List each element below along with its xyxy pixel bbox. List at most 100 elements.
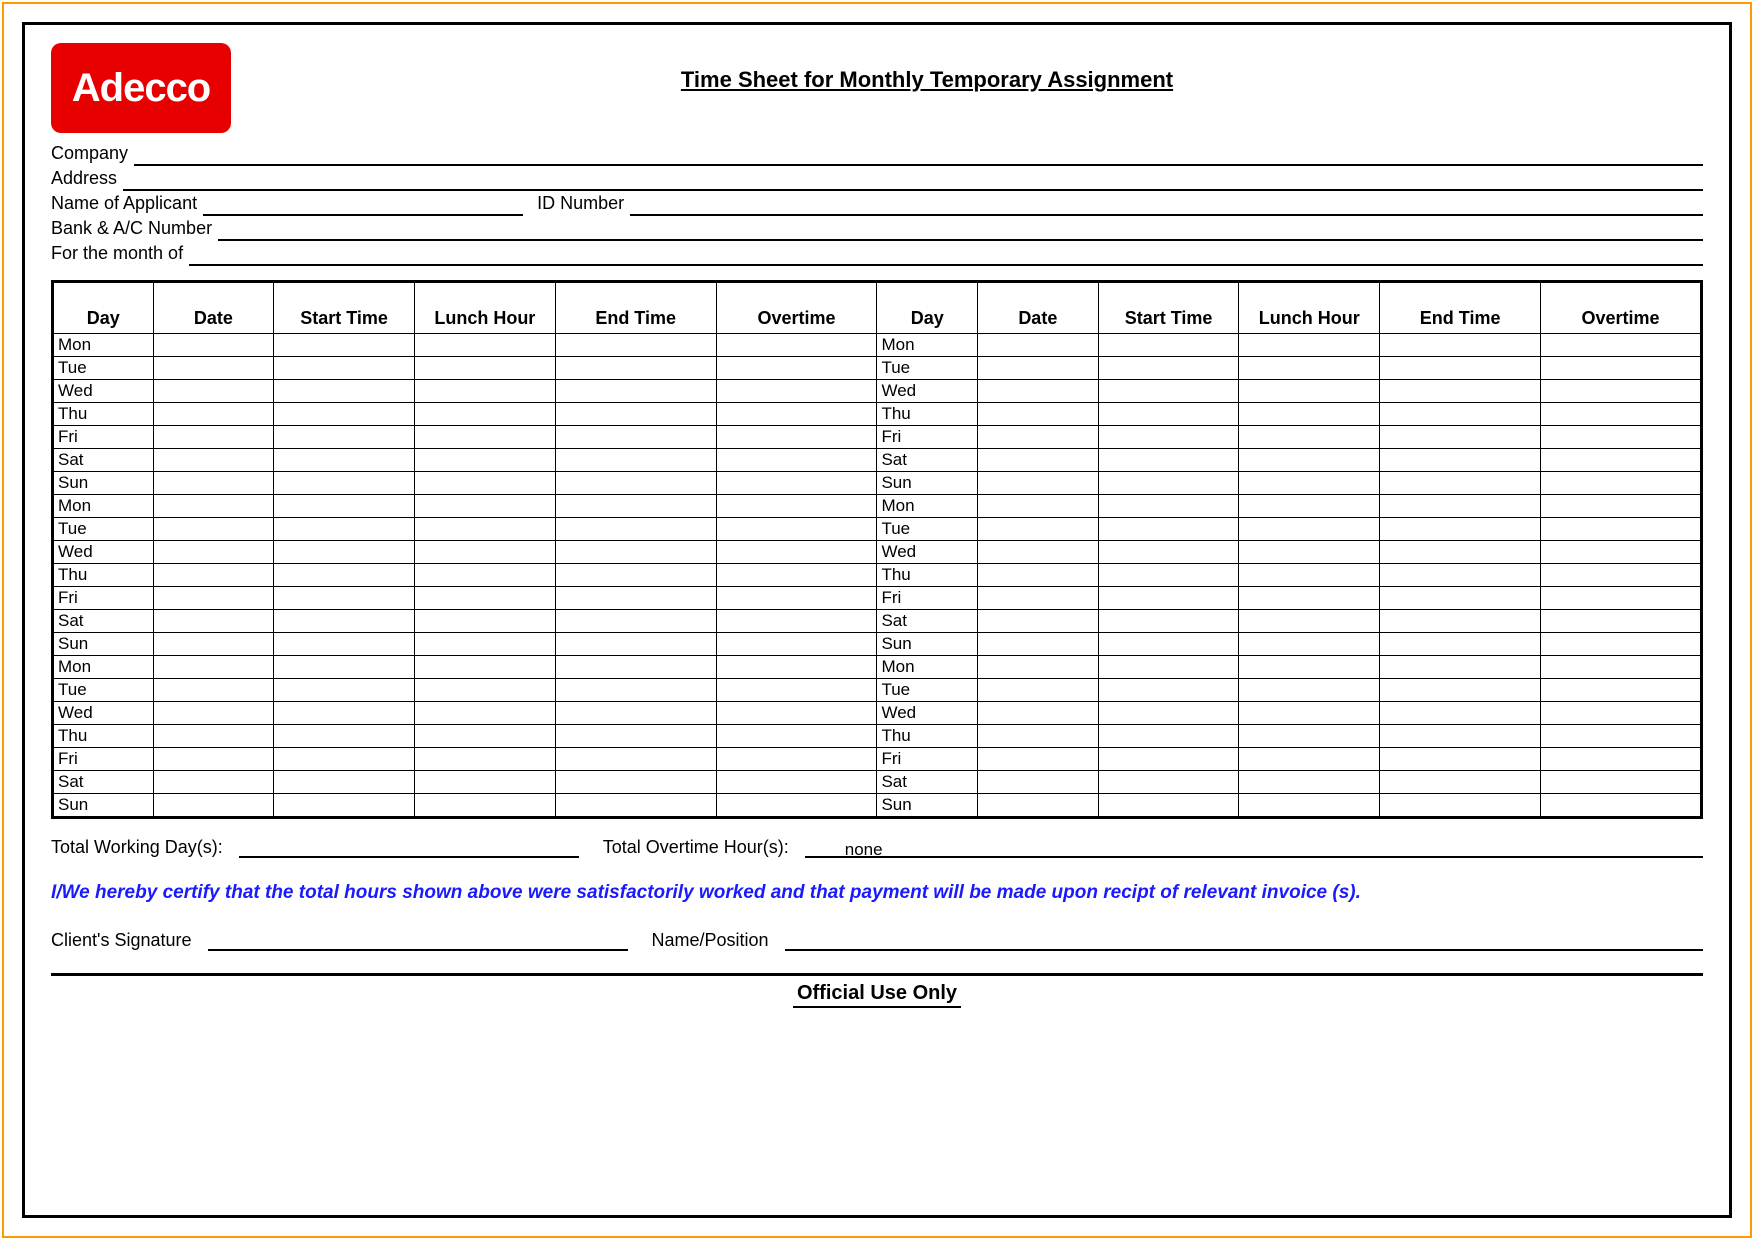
cell-date-left[interactable] — [153, 656, 274, 679]
id-number-field[interactable] — [630, 198, 1703, 216]
cell-lunch-right[interactable] — [1239, 564, 1380, 587]
cell-lunch-right[interactable] — [1239, 748, 1380, 771]
cell-ot-right[interactable] — [1541, 518, 1702, 541]
cell-end-left[interactable] — [555, 495, 716, 518]
cell-ot-left[interactable] — [716, 610, 877, 633]
cell-start-left[interactable] — [274, 449, 415, 472]
total-ot-field[interactable]: none — [805, 840, 1703, 858]
cell-lunch-right[interactable] — [1239, 633, 1380, 656]
cell-ot-right[interactable] — [1541, 541, 1702, 564]
cell-end-left[interactable] — [555, 610, 716, 633]
cell-ot-left[interactable] — [716, 679, 877, 702]
cell-date-right[interactable] — [978, 426, 1099, 449]
cell-start-right[interactable] — [1098, 633, 1239, 656]
cell-date-left[interactable] — [153, 449, 274, 472]
cell-ot-right[interactable] — [1541, 633, 1702, 656]
cell-lunch-left[interactable] — [414, 472, 555, 495]
cell-date-right[interactable] — [978, 541, 1099, 564]
cell-end-right[interactable] — [1380, 564, 1541, 587]
cell-lunch-right[interactable] — [1239, 794, 1380, 818]
cell-start-left[interactable] — [274, 656, 415, 679]
cell-ot-left[interactable] — [716, 334, 877, 357]
cell-ot-left[interactable] — [716, 449, 877, 472]
cell-date-left[interactable] — [153, 587, 274, 610]
cell-date-left[interactable] — [153, 771, 274, 794]
cell-end-left[interactable] — [555, 426, 716, 449]
cell-lunch-right[interactable] — [1239, 449, 1380, 472]
cell-end-right[interactable] — [1380, 610, 1541, 633]
cell-end-right[interactable] — [1380, 495, 1541, 518]
cell-end-left[interactable] — [555, 794, 716, 818]
cell-lunch-left[interactable] — [414, 610, 555, 633]
cell-ot-right[interactable] — [1541, 334, 1702, 357]
cell-start-right[interactable] — [1098, 771, 1239, 794]
cell-start-right[interactable] — [1098, 702, 1239, 725]
cell-end-right[interactable] — [1380, 771, 1541, 794]
cell-start-right[interactable] — [1098, 656, 1239, 679]
cell-end-left[interactable] — [555, 357, 716, 380]
cell-end-right[interactable] — [1380, 794, 1541, 818]
cell-date-right[interactable] — [978, 656, 1099, 679]
cell-ot-left[interactable] — [716, 495, 877, 518]
cell-end-right[interactable] — [1380, 587, 1541, 610]
cell-ot-right[interactable] — [1541, 449, 1702, 472]
cell-start-left[interactable] — [274, 633, 415, 656]
cell-ot-left[interactable] — [716, 656, 877, 679]
cell-start-right[interactable] — [1098, 794, 1239, 818]
cell-lunch-left[interactable] — [414, 587, 555, 610]
cell-date-right[interactable] — [978, 794, 1099, 818]
cell-date-left[interactable] — [153, 472, 274, 495]
cell-start-left[interactable] — [274, 610, 415, 633]
cell-ot-right[interactable] — [1541, 725, 1702, 748]
cell-date-right[interactable] — [978, 449, 1099, 472]
cell-lunch-right[interactable] — [1239, 426, 1380, 449]
cell-start-left[interactable] — [274, 541, 415, 564]
cell-date-left[interactable] — [153, 564, 274, 587]
cell-date-right[interactable] — [978, 702, 1099, 725]
cell-end-left[interactable] — [555, 380, 716, 403]
cell-lunch-left[interactable] — [414, 334, 555, 357]
cell-lunch-right[interactable] — [1239, 656, 1380, 679]
cell-date-left[interactable] — [153, 541, 274, 564]
cell-date-left[interactable] — [153, 679, 274, 702]
cell-start-right[interactable] — [1098, 679, 1239, 702]
cell-ot-right[interactable] — [1541, 472, 1702, 495]
cell-date-right[interactable] — [978, 380, 1099, 403]
cell-start-right[interactable] — [1098, 587, 1239, 610]
cell-lunch-left[interactable] — [414, 702, 555, 725]
cell-end-left[interactable] — [555, 679, 716, 702]
cell-lunch-right[interactable] — [1239, 472, 1380, 495]
cell-lunch-left[interactable] — [414, 564, 555, 587]
cell-ot-right[interactable] — [1541, 495, 1702, 518]
cell-lunch-left[interactable] — [414, 656, 555, 679]
cell-start-left[interactable] — [274, 725, 415, 748]
cell-date-right[interactable] — [978, 403, 1099, 426]
cell-end-left[interactable] — [555, 564, 716, 587]
cell-lunch-right[interactable] — [1239, 380, 1380, 403]
cell-end-right[interactable] — [1380, 472, 1541, 495]
cell-lunch-left[interactable] — [414, 794, 555, 818]
cell-end-right[interactable] — [1380, 748, 1541, 771]
cell-date-left[interactable] — [153, 702, 274, 725]
cell-end-right[interactable] — [1380, 518, 1541, 541]
cell-lunch-right[interactable] — [1239, 518, 1380, 541]
cell-ot-left[interactable] — [716, 748, 877, 771]
cell-lunch-left[interactable] — [414, 380, 555, 403]
cell-end-right[interactable] — [1380, 403, 1541, 426]
cell-end-right[interactable] — [1380, 725, 1541, 748]
cell-start-right[interactable] — [1098, 610, 1239, 633]
cell-end-right[interactable] — [1380, 334, 1541, 357]
cell-start-right[interactable] — [1098, 357, 1239, 380]
cell-end-left[interactable] — [555, 518, 716, 541]
cell-lunch-right[interactable] — [1239, 334, 1380, 357]
cell-date-left[interactable] — [153, 426, 274, 449]
cell-end-left[interactable] — [555, 587, 716, 610]
cell-start-left[interactable] — [274, 403, 415, 426]
cell-ot-left[interactable] — [716, 380, 877, 403]
cell-date-right[interactable] — [978, 633, 1099, 656]
cell-lunch-left[interactable] — [414, 725, 555, 748]
cell-end-right[interactable] — [1380, 380, 1541, 403]
cell-date-left[interactable] — [153, 403, 274, 426]
cell-ot-left[interactable] — [716, 702, 877, 725]
cell-lunch-right[interactable] — [1239, 357, 1380, 380]
